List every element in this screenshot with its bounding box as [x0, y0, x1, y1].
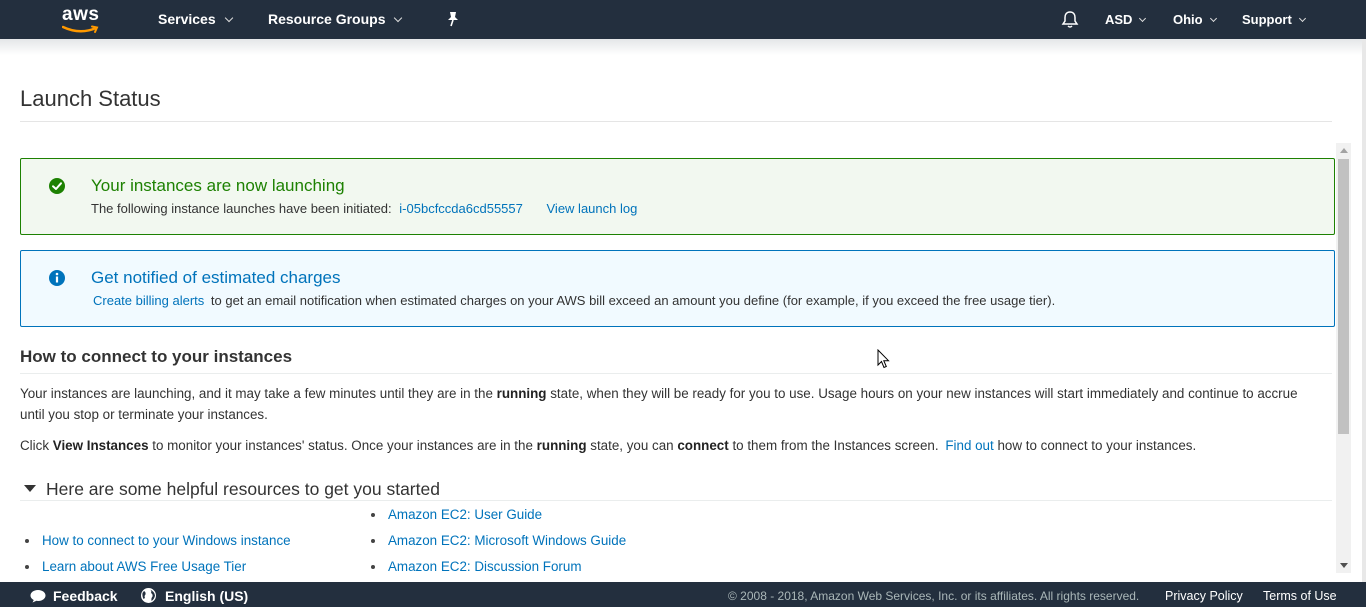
- info-circle-icon: [49, 270, 65, 286]
- alert-title: Your instances are now launching: [91, 176, 345, 195]
- chevron-down-icon: [1298, 14, 1306, 23]
- resources-section-toggle[interactable]: Here are some helpful resources to get y…: [20, 479, 440, 500]
- check-circle-icon: [49, 178, 65, 194]
- bullet: [371, 565, 375, 569]
- footer-bar: Feedback English (US) © 2008 - 2018, Ama…: [0, 582, 1366, 607]
- bullet: [25, 539, 29, 543]
- launch-success-alert: Your instances are now launching The fol…: [20, 158, 1335, 235]
- find-out-link[interactable]: Find out: [945, 438, 993, 453]
- connect-heading: How to connect to your instances: [20, 347, 293, 366]
- create-billing-alerts-link[interactable]: Create billing alerts: [93, 293, 204, 308]
- ec2-user-guide-link[interactable]: Amazon EC2: User Guide: [388, 507, 542, 522]
- resources-heading: Here are some helpful resources to get y…: [46, 479, 440, 499]
- nav-shadow: [0, 39, 1366, 55]
- mouse-cursor-icon: [877, 349, 890, 369]
- alert-text: to get an email notification when estima…: [210, 293, 1056, 308]
- notifications-bell-icon[interactable]: [1061, 10, 1079, 29]
- text: state, you can: [590, 438, 674, 453]
- bullet: [371, 539, 375, 543]
- resource-groups-menu[interactable]: Resource Groups: [268, 0, 403, 39]
- text: how to connect to your instances.: [997, 438, 1197, 453]
- chevron-down-icon: [1209, 14, 1217, 23]
- connect-paragraph-2: Click View Instances to monitor your ins…: [20, 435, 1325, 456]
- privacy-policy-link[interactable]: Privacy Policy: [1165, 582, 1243, 607]
- scroll-up-icon[interactable]: [1340, 148, 1348, 153]
- bold-text: connect: [677, 438, 729, 453]
- resource-groups-label: Resource Groups: [268, 11, 386, 27]
- language-selector[interactable]: English (US): [140, 582, 248, 607]
- speech-bubble-icon: [30, 590, 46, 603]
- alert-text: The following instance launches have bee…: [91, 201, 392, 216]
- billing-info-alert: Get notified of estimated charges Create…: [20, 250, 1335, 327]
- support-menu[interactable]: Support: [1242, 0, 1306, 39]
- globe-icon: [141, 588, 156, 603]
- divider: [20, 500, 1332, 501]
- services-menu[interactable]: Services: [158, 0, 233, 39]
- alert-body: Create billing alerts to get an email no…: [93, 293, 1055, 308]
- ec2-discussion-forum-link[interactable]: Amazon EC2: Discussion Forum: [388, 559, 581, 574]
- caret-down-icon: [24, 485, 36, 492]
- aws-smile-icon: [62, 25, 99, 33]
- chevron-down-icon: [394, 13, 403, 23]
- chevron-down-icon: [224, 13, 233, 23]
- view-launch-log-link[interactable]: View launch log: [547, 201, 638, 216]
- bold-text: running: [536, 438, 587, 453]
- aws-logo[interactable]: aws: [56, 3, 108, 35]
- ec2-windows-guide-link[interactable]: Amazon EC2: Microsoft Windows Guide: [388, 533, 626, 548]
- services-label: Services: [158, 11, 216, 27]
- text: to them from the Instances screen.: [732, 438, 939, 453]
- account-label: ASD: [1105, 12, 1133, 27]
- instance-id-link[interactable]: i-05bcfccda6cd55557: [399, 201, 523, 216]
- language-label: English (US): [165, 588, 249, 604]
- text: Click: [20, 438, 50, 453]
- bullet: [25, 565, 29, 569]
- region-label: Ohio: [1173, 12, 1203, 27]
- free-usage-tier-link[interactable]: Learn about AWS Free Usage Tier: [42, 559, 246, 574]
- support-label: Support: [1242, 12, 1292, 27]
- bold-text: View Instances: [52, 438, 149, 453]
- account-menu[interactable]: ASD: [1105, 0, 1147, 39]
- text: to monitor your instances' status. Once …: [152, 438, 533, 453]
- window-edge: [1362, 39, 1366, 582]
- connect-paragraph-1: Your instances are launching, and it may…: [20, 383, 1325, 425]
- aws-logo-text: aws: [62, 4, 100, 25]
- bold-text: running: [496, 386, 547, 401]
- windows-connect-link[interactable]: How to connect to your Windows instance: [42, 533, 291, 548]
- scrollbar-thumb[interactable]: [1338, 159, 1349, 434]
- pin-icon[interactable]: [446, 11, 460, 27]
- scroll-down-icon[interactable]: [1340, 563, 1348, 568]
- divider: [20, 121, 1332, 122]
- region-menu[interactable]: Ohio: [1173, 0, 1217, 39]
- content-scrollbar[interactable]: [1336, 143, 1351, 573]
- feedback-label: Feedback: [53, 588, 118, 604]
- copyright-text: © 2008 - 2018, Amazon Web Services, Inc.…: [728, 589, 1140, 603]
- top-navigation-bar: aws Services Resource Groups ASD Ohio Su…: [0, 0, 1366, 39]
- divider: [20, 373, 1332, 374]
- chevron-down-icon: [1139, 14, 1147, 23]
- alert-title: Get notified of estimated charges: [91, 268, 341, 287]
- terms-of-use-link[interactable]: Terms of Use: [1263, 582, 1337, 607]
- text: Your instances are launching, and it may…: [20, 386, 493, 401]
- alert-body: The following instance launches have bee…: [91, 201, 637, 216]
- feedback-button[interactable]: Feedback: [29, 582, 118, 607]
- page-title: Launch Status: [20, 86, 161, 111]
- bullet: [371, 513, 375, 517]
